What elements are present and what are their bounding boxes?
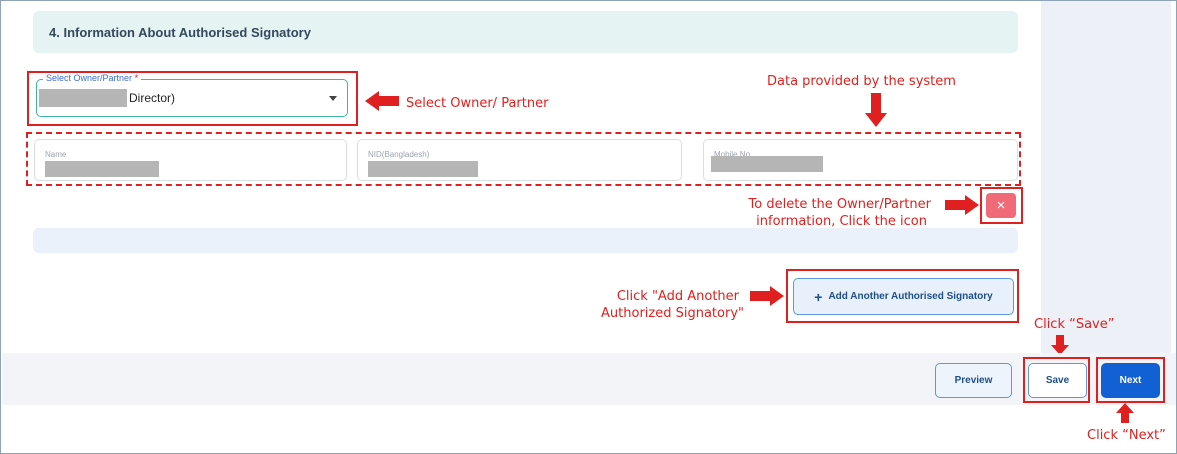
highlight-add-button <box>786 269 1019 323</box>
annotation-add: Click "Add Another Authorized Signatory" <box>588 288 744 322</box>
annotation-select-owner: Select Owner/ Partner <box>406 96 549 111</box>
highlight-select-owner <box>27 71 358 126</box>
arrow-left-icon <box>365 91 399 111</box>
highlight-delete-button <box>980 187 1023 224</box>
annotation-system-data: Data provided by the system <box>767 74 956 89</box>
arrow-right-icon <box>945 195 979 215</box>
highlight-system-data <box>26 132 1021 186</box>
page-frame: 4. Information About Authorised Signator… <box>0 0 1177 454</box>
empty-row-bar <box>33 228 1018 253</box>
annotation-next: Click “Next” <box>1087 428 1166 443</box>
arrow-right-icon <box>750 286 784 306</box>
annotation-delete-line1: To delete the Owner/Partner <box>748 197 931 212</box>
section-header: 4. Information About Authorised Signator… <box>33 11 1018 53</box>
annotation-save: Click “Save” <box>1034 317 1115 332</box>
highlight-next-button <box>1096 357 1165 403</box>
arrow-down-icon <box>1051 335 1069 355</box>
annotation-add-line2: Authorized Signatory" <box>601 306 744 321</box>
highlight-save-button <box>1023 357 1090 403</box>
annotation-add-line1: Click "Add Another <box>616 289 739 304</box>
preview-button[interactable]: Preview <box>935 363 1012 398</box>
arrow-down-icon <box>865 93 887 127</box>
arrow-up-icon <box>1116 403 1134 423</box>
annotation-delete: To delete the Owner/Partner information,… <box>735 196 931 230</box>
section-title: 4. Information About Authorised Signator… <box>49 24 311 40</box>
right-side-panel <box>1041 1 1171 353</box>
